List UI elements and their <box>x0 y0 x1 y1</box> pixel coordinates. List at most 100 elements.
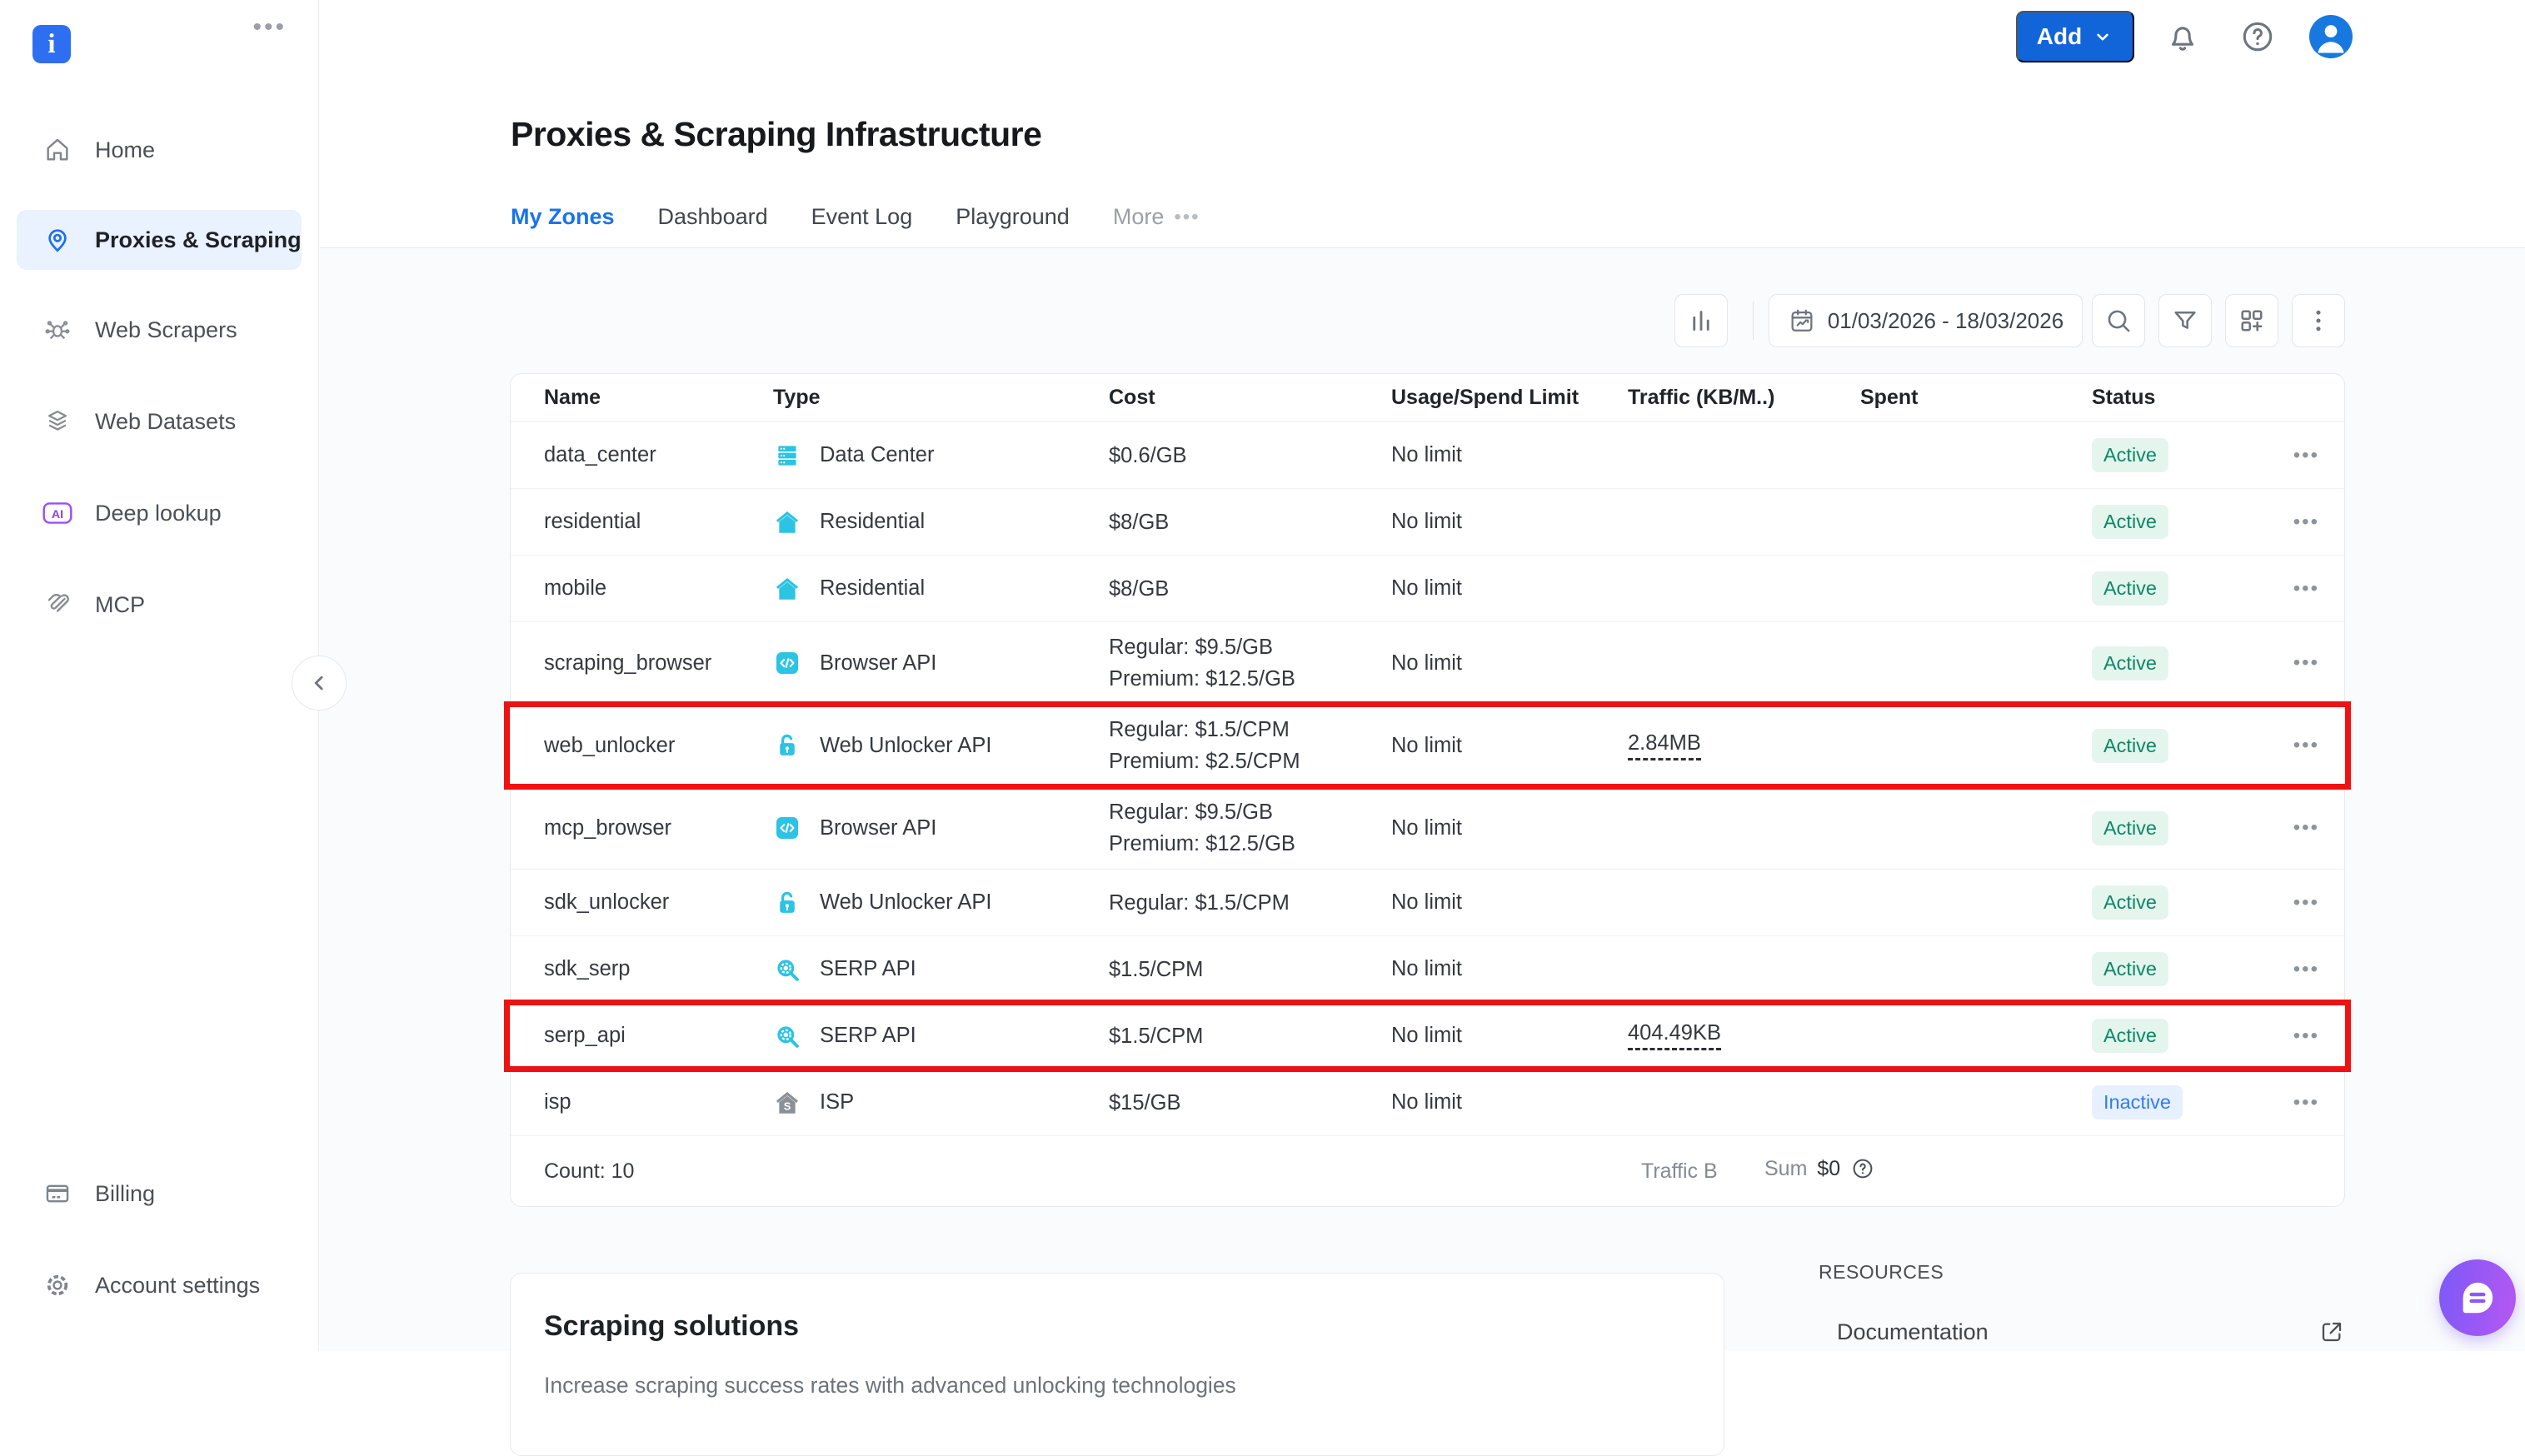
tab-my-zones[interactable]: My Zones ••• <box>511 204 615 253</box>
brand-logo[interactable]: i <box>32 25 71 63</box>
column-header[interactable]: Type <box>773 386 1109 410</box>
add-button[interactable]: Add <box>2016 11 2134 62</box>
row-count: Count: 10 <box>544 1159 635 1183</box>
zone-usage-limit: No limit <box>1391 651 1463 675</box>
table-row[interactable]: isp S ISP $15/GB No limit Inactive ••• <box>511 1070 2344 1136</box>
table-row[interactable]: web_unlocker Web Unlocker API Regular: $… <box>504 701 2351 790</box>
zone-name: mobile <box>544 576 607 600</box>
column-header[interactable]: Traffic (KB/M..) <box>1628 386 1860 410</box>
traffic-value[interactable]: 404.49KB <box>1628 1021 1722 1050</box>
add-button-label: Add <box>2036 23 2083 49</box>
column-header[interactable]: Usage/Spend Limit <box>1391 386 1628 410</box>
sidebar-item-deep-lookup[interactable]: AI Deep lookup <box>0 481 318 545</box>
row-menu-button[interactable]: ••• <box>2283 511 2319 534</box>
date-range-button[interactable]: 01/03/2026 - 18/03/2026 <box>1769 294 2083 347</box>
row-menu-button[interactable]: ••• <box>2283 734 2319 757</box>
sidebar-item-icon <box>42 224 73 256</box>
row-menu-button[interactable]: ••• <box>2283 1025 2319 1048</box>
table-row[interactable]: data_center Data Center $0.6/GB No limit… <box>511 422 2344 489</box>
row-menu-button[interactable]: ••• <box>2283 1091 2319 1114</box>
kebab-icon <box>2316 310 2321 332</box>
zone-cost: $8/GB <box>1109 573 1391 605</box>
help-button[interactable] <box>2238 17 2278 57</box>
column-header[interactable]: Name <box>544 386 773 410</box>
row-menu-button[interactable]: ••• <box>2283 958 2319 981</box>
sidebar-menu-dots-icon[interactable]: ••• <box>252 13 287 42</box>
tab-event-log[interactable]: Event Log ••• <box>811 204 913 253</box>
table-row[interactable]: residential Residential $8/GB No limit A… <box>511 489 2344 556</box>
table-row[interactable]: serp_api SERP API $1.5/CPM No limit 404.… <box>504 1000 2351 1072</box>
svg-text:AI: AI <box>52 508 63 521</box>
cost-line: Premium: $2.5/CPM <box>1109 750 1300 773</box>
sidebar-item-home[interactable]: Home <box>0 118 318 182</box>
sidebar-collapse-button[interactable] <box>292 656 347 711</box>
cost-line: Regular: $1.5/CPM <box>1109 890 1290 915</box>
table-row[interactable]: sdk_serp SERP API $1.5/CPM No limit Acti… <box>511 936 2344 1003</box>
status-badge: Active <box>2092 810 2168 845</box>
help-icon <box>2243 22 2273 52</box>
sidebar-menu-bottom: Billing Account settings <box>0 1162 318 1317</box>
zone-cost: $15/GB <box>1109 1087 1391 1119</box>
sidebar-item-label: MCP <box>95 591 145 617</box>
chat-widget-button[interactable] <box>2439 1259 2516 1336</box>
row-menu-button[interactable]: ••• <box>2283 577 2319 601</box>
row-menu-button[interactable]: ••• <box>2283 891 2319 915</box>
zone-usage-limit: No limit <box>1391 510 1463 533</box>
sidebar-item-proxies-scraping[interactable]: Proxies & Scraping <box>17 210 302 270</box>
filter-button[interactable] <box>2158 294 2212 347</box>
column-header[interactable]: Spent <box>1860 386 2092 410</box>
column-header[interactable]: Status <box>2092 386 2283 410</box>
cost-line: Premium: $12.5/GB <box>1109 667 1295 691</box>
table-menu-button[interactable] <box>2292 294 2345 347</box>
cost-line: Premium: $12.5/GB <box>1109 832 1295 855</box>
table-row[interactable]: scraping_browser Browser API Regular: $9… <box>511 622 2344 705</box>
table-row[interactable]: sdk_unlocker Web Unlocker API Regular: $… <box>511 870 2344 936</box>
resources-panel: RESOURCES Documentation <box>1819 1261 2345 1345</box>
columns-button[interactable] <box>2225 294 2278 347</box>
traffic-value[interactable]: 2.84MB <box>1628 731 1701 760</box>
zone-type-icon <box>773 1022 801 1050</box>
status-badge: Active <box>2092 438 2168 472</box>
sidebar-item-icon: AI <box>42 497 73 529</box>
sum-help-icon[interactable] <box>1850 1156 1875 1181</box>
resources-link-label: Documentation <box>1837 1319 1989 1344</box>
sidebar-item-mcp[interactable]: MCP <box>0 573 318 636</box>
status-badge: Inactive <box>2092 1085 2183 1119</box>
status-badge: Active <box>2092 571 2168 606</box>
sidebar-item-billing[interactable]: Billing <box>0 1162 318 1225</box>
tab-dashboard[interactable]: Dashboard ••• <box>658 204 768 253</box>
status-badge: Active <box>2092 1019 2168 1053</box>
column-header[interactable]: Cost <box>1109 386 1391 410</box>
sidebar-item-icon <box>42 406 73 437</box>
avatar[interactable] <box>2309 15 2353 58</box>
sidebar-item-web-scrapers[interactable]: Web Scrapers <box>0 298 318 362</box>
zone-name: sdk_unlocker <box>544 890 670 914</box>
tab-playground[interactable]: Playground ••• <box>956 204 1070 253</box>
zone-usage-limit: No limit <box>1391 733 1463 757</box>
search-button[interactable] <box>2092 294 2145 347</box>
sidebar-item-label: Web Datasets <box>95 408 237 434</box>
scraping-solutions-card[interactable]: Scraping solutions Increase scraping suc… <box>510 1273 1724 1456</box>
sidebar-item-label: Account settings <box>95 1272 261 1298</box>
chevron-left-icon <box>314 676 323 691</box>
zone-type-icon <box>773 955 801 984</box>
zone-cost: Regular: $9.5/GB Premium: $12.5/GB <box>1109 631 1391 695</box>
row-menu-button[interactable]: ••• <box>2283 816 2319 840</box>
row-menu-button[interactable]: ••• <box>2283 651 2319 675</box>
usage-graph-button[interactable] <box>1674 294 1728 347</box>
cost-line: $15/GB <box>1109 1090 1181 1114</box>
status-badge: Active <box>2092 505 2168 539</box>
sidebar-item-web-datasets[interactable]: Web Datasets <box>0 390 318 453</box>
resources-link-documentation[interactable]: Documentation <box>1819 1319 2345 1345</box>
tab-more[interactable]: More ••• <box>1113 204 1200 253</box>
zone-name: isp <box>544 1090 571 1114</box>
table-row[interactable]: mobile Residential $8/GB No limit Active… <box>511 556 2344 622</box>
row-menu-button[interactable]: ••• <box>2283 444 2319 467</box>
sidebar-item-account-settings[interactable]: Account settings <box>0 1254 318 1317</box>
table-row[interactable]: mcp_browser Browser API Regular: $9.5/GB… <box>511 787 2344 870</box>
zone-cost: Regular: $9.5/GB Premium: $12.5/GB <box>1109 796 1391 860</box>
zone-type-label: Residential <box>820 576 926 600</box>
status-badge: Active <box>2092 728 2168 763</box>
notifications-button[interactable] <box>2163 17 2203 57</box>
sidebar-item-label: Deep lookup <box>95 500 222 526</box>
